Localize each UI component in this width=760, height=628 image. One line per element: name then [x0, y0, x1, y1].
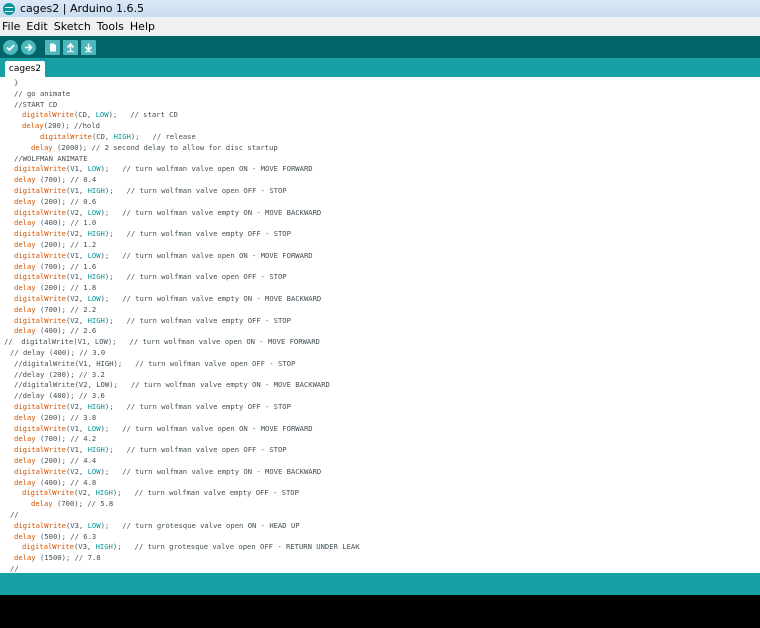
code-line: delay(200); //hold [22, 121, 100, 131]
toolbar [0, 36, 760, 58]
code-line: digitalWrite(V2, LOW); // turn wolfman v… [14, 207, 322, 217]
code-line: digitalWrite(V1, HIGH); // turn wolfman … [14, 445, 287, 455]
menu-file[interactable]: File [0, 20, 23, 33]
new-button[interactable] [45, 39, 60, 55]
code-line: //delay (200); // 3.2 [14, 369, 105, 379]
code-line: delay (200); // 0.6 [14, 196, 97, 206]
code-line: // go animate [14, 88, 71, 98]
code-line: digitalWrite(V1, HIGH); // turn wolfman … [14, 272, 287, 282]
menu-bar: File Edit Sketch Tools Help [0, 17, 760, 36]
code-line: delay (400); // 1.0 [14, 218, 97, 228]
code-line: digitalWrite(V1, HIGH); // turn wolfman … [14, 186, 287, 195]
status-bar [0, 573, 760, 595]
code-line: delay (700); // 4.2 [14, 434, 97, 444]
menu-tools[interactable]: Tools [94, 20, 127, 33]
code-line: delay (200); // 3.8 [14, 412, 97, 422]
tab-cages2[interactable]: cages2 [5, 61, 45, 77]
arrow-up-icon [66, 42, 75, 52]
open-button[interactable] [63, 39, 78, 55]
code-line: delay (200); // 1.8 [14, 283, 97, 293]
menu-edit[interactable]: Edit [23, 20, 50, 33]
window-title: cages2 | Arduino 1.6.5 [20, 2, 145, 15]
code-line: delay (1500); // 7.8 [14, 553, 101, 563]
code-line: delay (400); // 2.6 [14, 326, 97, 336]
code-line: delay (700); // 1.6 [14, 261, 97, 271]
code-line: digitalWrite(V2, HIGH); // turn wolfman … [14, 229, 291, 239]
code-line: //WOLFMAN ANIMATE [14, 153, 88, 163]
code-line: //delay (400); // 3.6 [14, 391, 105, 401]
code-line: //digitalWrite(V1, HIGH); // turn wolfma… [14, 358, 296, 368]
code-line: delay (400); // 4.8 [14, 477, 97, 487]
code-line: digitalWrite(V2, LOW); // turn wolfman v… [14, 466, 322, 476]
code-line: digitalWrite(V2, HIGH); // turn wolfman … [14, 315, 291, 325]
code-editor[interactable]: }// go animate//START CD digitalWrite(CD,… [0, 77, 760, 573]
console-output [0, 595, 760, 628]
arduino-logo-icon [3, 2, 15, 15]
verify-button[interactable] [3, 39, 18, 55]
arrow-down-icon [84, 43, 93, 52]
upload-button[interactable] [21, 39, 36, 55]
menu-sketch[interactable]: Sketch [51, 20, 94, 33]
code-line: delay (2000); // 2 second delay to allow… [31, 142, 278, 152]
title-bar: cages2 | Arduino 1.6.5 [0, 0, 760, 17]
code-line: // digitalWrite(V1, LOW); // turn wolfma… [4, 337, 320, 347]
code-line: //START CD [14, 99, 58, 109]
code-line: delay (200); // 4.4 [14, 456, 97, 465]
tab-bar: cages2 [0, 58, 760, 77]
code-line: digitalWrite(V2, LOW); // turn wolfman v… [14, 294, 322, 303]
code-line: delay (700); // 0.4 [14, 175, 97, 185]
arrow-right-icon [25, 43, 33, 51]
menu-help[interactable]: Help [127, 20, 158, 33]
code-line: digitalWrite(CD, HIGH); // release [40, 132, 196, 141]
code-line: //digitalWrite(V2, LOW); // turn wolfman… [14, 380, 330, 390]
code-line: delay (200); // 1.2 [14, 240, 97, 249]
code-line: delay (700); // 5.8 [31, 499, 114, 509]
code-line: digitalWrite(V2, HIGH); // turn wolfman … [22, 488, 299, 498]
check-icon [6, 43, 15, 51]
code-line: digitalWrite(V1, LOW); // turn wolfman v… [14, 423, 313, 433]
code-line: digitalWrite(V1, LOW); // turn wolfman v… [14, 164, 313, 174]
code-line: digitalWrite(V1, LOW); // turn wolfman v… [14, 250, 313, 260]
document-icon [50, 43, 56, 51]
code-line: digitalWrite(V3, HIGH); // turn grotesqu… [22, 542, 360, 552]
code-line: digitalWrite(CD, LOW); // start CD [22, 110, 178, 120]
code-line: } [14, 78, 19, 87]
code-line: // [10, 564, 19, 573]
code-line: delay (500); // 6.3 [14, 531, 97, 541]
code-line: // [10, 510, 19, 519]
code-line: digitalWrite(V2, HIGH); // turn wolfman … [14, 402, 291, 411]
code-line: // delay (400); // 3.0 [10, 348, 106, 357]
code-line: delay (700); // 2.2 [14, 304, 97, 314]
save-button[interactable] [81, 39, 96, 55]
code-line: digitalWrite(V3, LOW); // turn grotesque… [14, 520, 300, 530]
